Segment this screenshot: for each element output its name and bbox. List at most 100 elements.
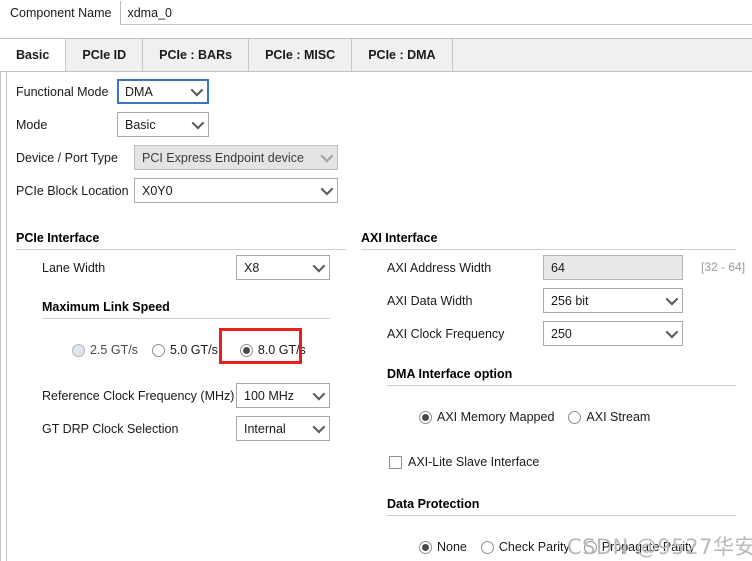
radio-icon [239,343,253,357]
dma-option-axi-memory-mapped-label: AXI Memory Mapped [437,410,555,424]
lane-width-label: Lane Width [42,261,106,275]
tab-pcie-misc[interactable]: PCIe : MISC [249,39,353,71]
axi-lite-slave-interface-label: AXI-Lite Slave Interface [408,455,540,469]
pcie-block-location-label: PCIe Block Location [16,184,129,198]
chevron-down-icon [320,149,334,162]
chevron-down-icon [312,259,326,272]
dma-option-axi-stream[interactable]: AXI Stream [568,410,650,424]
section-divider [42,318,330,319]
device-port-type-label: Device / Port Type [16,151,118,165]
section-divider [16,249,346,250]
device-port-type-row: Device / Port Type [16,145,118,171]
mode-label: Mode [16,118,48,132]
dma-interface-radio-group: AXI Memory Mapped AXI Stream [419,406,650,428]
axi-interface-section-header: AXI Interface [361,231,736,250]
link-speed-option-2-5-label: 2.5 GT/s [90,343,138,357]
axi-address-width-range-hint: [32 - 64] [701,260,746,274]
data-protection-section-header: Data Protection [387,497,736,516]
axi-address-width-value: 64 [551,260,565,275]
gt-drp-clock-selection-row: GT DRP Clock Selection [42,416,178,442]
axi-clock-frequency-combo[interactable]: 250 [543,321,683,346]
functional-mode-label: Functional Mode [16,85,109,99]
link-speed-option-5-0[interactable]: 5.0 GT/s [151,343,218,357]
chevron-down-icon [320,182,334,195]
axi-address-width-field: 64 [543,255,683,280]
radio-icon [419,540,432,554]
tab-pcie-misc-label: PCIe : MISC [265,48,336,62]
data-protection-option-check-parity[interactable]: Check Parity [480,540,570,554]
maximum-link-speed-section-header: Maximum Link Speed [42,300,330,319]
reference-clock-frequency-combo[interactable]: 100 MHz [236,383,330,408]
reference-clock-frequency-label: Reference Clock Frequency (MHz) [42,389,235,403]
tab-pcie-dma[interactable]: PCIe : DMA [352,39,453,71]
axi-lite-slave-interface-checkbox[interactable]: AXI-Lite Slave Interface [389,455,539,469]
reference-clock-frequency-value: 100 MHz [244,388,295,403]
lane-width-row: Lane Width [42,255,105,281]
lane-width-value: X8 [244,260,260,275]
axi-interface-title: AXI Interface [361,231,438,245]
axi-data-width-row: AXI Data Width [387,288,472,314]
link-speed-option-8-0[interactable]: 8.0 GT/s [239,343,306,357]
gt-drp-clock-selection-combo[interactable]: Internal [236,416,330,441]
link-speed-option-2-5: 2.5 GT/s [72,343,138,357]
pcie-block-location-combo[interactable]: X0Y0 [134,178,338,203]
radio-icon [151,343,165,357]
maximum-link-speed-title: Maximum Link Speed [42,300,170,314]
axi-clock-frequency-value: 250 [551,326,572,341]
gt-drp-clock-selection-label: GT DRP Clock Selection [42,422,179,436]
device-port-type-value: PCI Express Endpoint device [142,150,304,165]
axi-clock-frequency-row: AXI Clock Frequency [387,321,504,347]
lane-width-combo[interactable]: X8 [236,255,330,280]
functional-mode-combo[interactable]: DMA [117,79,209,104]
tab-pcie-dma-label: PCIe : DMA [368,48,436,62]
component-name-input[interactable] [120,1,752,25]
axi-address-width-row: AXI Address Width [387,255,491,281]
component-name-row: Component Name [0,0,752,26]
link-speed-option-8-0-label: 8.0 GT/s [257,343,306,357]
panel-left-rule [6,72,7,561]
functional-mode-row: Functional Mode [16,79,112,105]
watermark-text: CSDN @9527华安 [567,535,752,559]
functional-mode-value: DMA [125,84,153,99]
tab-pcie-bars-label: PCIe : BARs [159,48,233,62]
tab-pcie-id[interactable]: PCIe ID [66,39,144,71]
chevron-down-icon [312,387,326,400]
data-protection-title: Data Protection [387,497,480,511]
chevron-down-icon [190,83,204,96]
section-divider [387,385,736,386]
dma-option-axi-stream-label: AXI Stream [586,410,651,424]
component-name-label: Component Name [10,6,112,20]
data-protection-option-none-label: None [437,540,467,554]
tab-bar: Basic PCIe ID PCIe : BARs PCIe : MISC PC… [0,38,752,72]
section-divider [387,515,736,516]
chevron-down-icon [665,292,679,305]
chevron-down-icon [191,116,205,129]
tab-bar-endcap [452,39,454,71]
tab-basic-label: Basic [16,48,50,62]
dma-option-axi-memory-mapped[interactable]: AXI Memory Mapped [419,410,554,424]
tab-pcie-bars[interactable]: PCIe : BARs [143,39,250,71]
device-port-type-combo: PCI Express Endpoint device [134,145,338,170]
axi-data-width-label: AXI Data Width [387,294,473,308]
data-protection-option-check-parity-label: Check Parity [498,540,570,554]
section-divider [361,249,736,250]
max-link-speed-radio-group: 2.5 GT/s 5.0 GT/s 8.0 GT/s [72,339,306,361]
mode-value: Basic [125,117,156,132]
axi-data-width-combo[interactable]: 256 bit [543,288,683,313]
mode-row: Mode [16,112,47,138]
radio-icon [568,410,582,424]
pcie-interface-title: PCIe Interface [16,231,100,245]
axi-clock-frequency-label: AXI Clock Frequency [387,327,505,341]
dma-interface-option-section-header: DMA Interface option [387,367,736,386]
tab-pcie-id-label: PCIe ID [82,48,127,62]
tab-basic[interactable]: Basic [0,39,67,71]
link-speed-option-5-0-label: 5.0 GT/s [169,343,218,357]
mode-combo[interactable]: Basic [117,112,209,137]
data-protection-option-none[interactable]: None [419,540,467,554]
gt-drp-clock-selection-value: Internal [244,421,286,436]
radio-icon [419,410,432,424]
axi-address-width-label: AXI Address Width [387,261,492,275]
radio-icon [480,540,494,554]
pcie-interface-section-header: PCIe Interface [16,231,346,250]
chevron-down-icon [312,420,326,433]
